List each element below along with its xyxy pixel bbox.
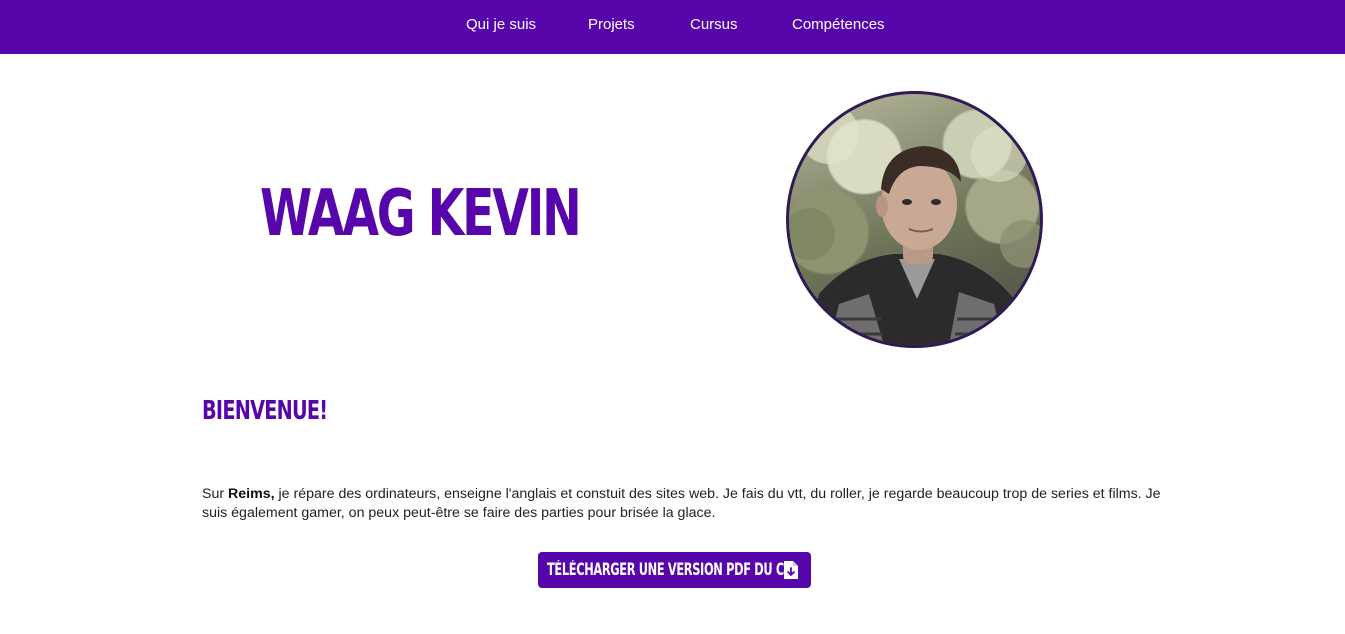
intro-body: je répare des ordinateurs, enseigne l'an… [202, 486, 1161, 521]
download-cv-button[interactable]: TÉLÉCHARGER UNE VERSION PDF DU CV [538, 552, 811, 588]
intro-city: Reims, [228, 486, 275, 502]
welcome-heading: BIENVENUE! [202, 396, 328, 426]
nav-link-qui-je-suis[interactable]: Qui je suis [466, 16, 536, 34]
hero-name-title: WAAG KEVIN [260, 177, 582, 251]
nav-link-cursus[interactable]: Cursus [690, 16, 738, 34]
nav-link-projets[interactable]: Projets [588, 16, 635, 34]
nav-link-competences[interactable]: Compétences [792, 16, 885, 34]
intro-paragraph: Sur Reims, je répare des ordinateurs, en… [202, 485, 1162, 523]
file-download-icon [783, 560, 799, 580]
profile-photo [786, 91, 1043, 348]
portrait-illustration [789, 104, 1040, 345]
download-cv-label: TÉLÉCHARGER UNE VERSION PDF DU CV [547, 560, 793, 579]
top-navigation-bar: Qui je suis Projets Cursus Compétences [0, 0, 1345, 54]
intro-prefix: Sur [202, 486, 229, 502]
